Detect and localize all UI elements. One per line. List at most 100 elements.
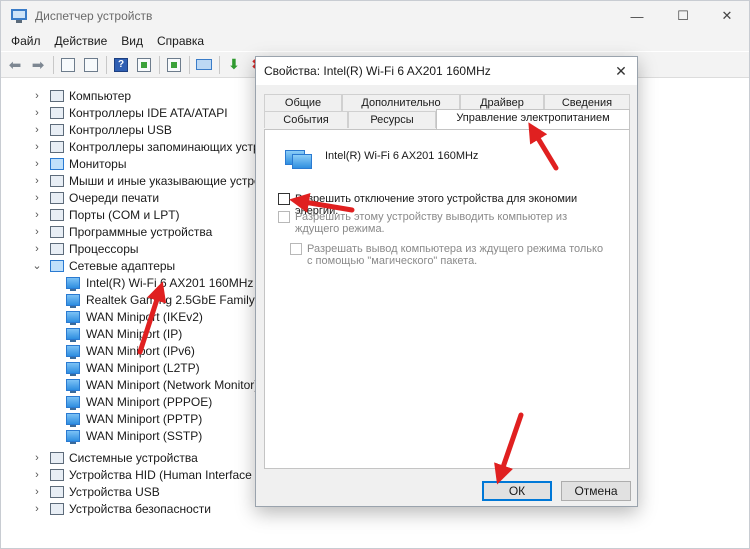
tab-power-management[interactable]: Управление электропитанием	[436, 109, 630, 129]
tree-icon	[84, 57, 98, 72]
chevron-right-icon[interactable]: ›	[31, 209, 43, 221]
chevron-down-icon[interactable]: ⌄	[31, 259, 43, 272]
allow-wake-label: Разрешить этому устройству выводить комп…	[295, 211, 568, 235]
tree-device[interactable]: WAN Miniport (IP)	[66, 325, 182, 342]
chevron-right-icon[interactable]: ›	[31, 486, 43, 498]
toolbar-separator	[106, 55, 107, 74]
chevron-right-icon[interactable]: ›	[31, 158, 43, 170]
toolbar-separator	[159, 55, 160, 74]
cancel-button[interactable]: Отмена	[561, 481, 631, 501]
chevron-right-icon[interactable]: ›	[31, 469, 43, 481]
chevron-right-icon[interactable]: ›	[31, 175, 43, 187]
device-manager-icon	[11, 9, 27, 23]
tree-device-intel-wifi[interactable]: Intel(R) Wi-Fi 6 AX201 160MHz	[66, 274, 253, 291]
storage-controller-icon	[50, 140, 64, 153]
ok-button[interactable]: ОК	[482, 481, 552, 501]
title-bar: Диспетчер устройств — ☐ ✕	[1, 1, 749, 31]
properties-button[interactable]	[58, 55, 78, 75]
network-adapter-icon	[66, 276, 80, 291]
tree-category[interactable]: › Устройства USB	[31, 483, 160, 500]
network-adapter-icon	[66, 327, 80, 342]
console-tree-button[interactable]	[81, 55, 101, 75]
usb-device-icon	[50, 485, 64, 498]
ide-controller-icon	[50, 106, 64, 119]
arrow-left-icon: ⬅	[8, 56, 22, 74]
chevron-right-icon[interactable]: ›	[31, 107, 43, 119]
chevron-right-icon[interactable]: ›	[31, 90, 43, 102]
network-adapter-icon	[66, 378, 80, 393]
network-adapter-icon	[66, 293, 80, 308]
network-adapter-icon	[285, 147, 313, 171]
action-pane-button[interactable]	[134, 55, 154, 75]
tab-resources[interactable]: Ресурсы	[348, 111, 436, 128]
chevron-right-icon[interactable]: ›	[31, 226, 43, 238]
scan-hardware-button[interactable]	[194, 55, 214, 75]
menu-view[interactable]: Вид	[114, 34, 150, 48]
allow-power-off-checkbox[interactable]	[278, 193, 290, 205]
maximize-button[interactable]: ☐	[661, 1, 705, 31]
magic-packet-option[interactable]: Разрешать вывод компьютера из ждущего ре…	[290, 243, 610, 267]
tree-category[interactable]: › Программные устройства	[31, 223, 212, 240]
forward-button[interactable]: ➡	[28, 55, 48, 75]
magic-packet-checkbox[interactable]	[290, 243, 302, 255]
tree-category[interactable]: › Контроллеры запоминающих устро	[31, 138, 266, 155]
update-driver-button[interactable]	[164, 55, 184, 75]
minimize-button[interactable]: —	[615, 1, 659, 31]
tree-device[interactable]: WAN Miniport (SSTP)	[66, 427, 202, 444]
tree-device[interactable]: Realtek Gaming 2.5GbE Family Co	[66, 291, 273, 308]
tree-device[interactable]: WAN Miniport (PPTP)	[66, 410, 202, 427]
allow-wake-checkbox[interactable]	[278, 211, 290, 223]
plug-green-icon: ⬇	[228, 56, 240, 72]
chevron-right-icon[interactable]: ›	[31, 124, 43, 136]
tree-category[interactable]: › Процессоры	[31, 240, 138, 257]
magic-packet-label: Разрешать вывод компьютера из ждущего ре…	[307, 243, 604, 267]
port-icon	[50, 208, 64, 221]
help-button[interactable]: ?	[111, 55, 131, 75]
menu-help[interactable]: Справка	[150, 34, 211, 48]
tree-category[interactable]: › Контроллеры USB	[31, 121, 172, 138]
tree-category[interactable]: › Компьютер	[31, 87, 131, 104]
power-management-panel: Intel(R) Wi-Fi 6 AX201 160MHz Разрешить …	[264, 129, 630, 469]
chevron-right-icon[interactable]: ›	[31, 141, 43, 153]
tree-device[interactable]: WAN Miniport (L2TP)	[66, 359, 200, 376]
system-device-icon	[50, 451, 64, 464]
tree-device[interactable]: WAN Miniport (Network Monitor)	[66, 376, 258, 393]
properties-icon	[61, 57, 75, 72]
chevron-right-icon[interactable]: ›	[31, 192, 43, 204]
dialog-close-button[interactable]: ✕	[611, 61, 631, 81]
menu-file[interactable]: Файл	[1, 34, 48, 48]
chevron-right-icon[interactable]: ›	[31, 452, 43, 464]
tree-category[interactable]: › Мыши и иные указывающие устро	[31, 172, 261, 189]
dialog-title-bar: Свойства: Intel(R) Wi-Fi 6 AX201 160MHz …	[256, 57, 637, 85]
add-device-button[interactable]: ⬇	[224, 55, 244, 75]
back-button[interactable]: ⬅	[5, 55, 25, 75]
printer-icon	[50, 191, 64, 204]
tree-device[interactable]: WAN Miniport (IPv6)	[66, 342, 195, 359]
close-button[interactable]: ✕	[705, 1, 749, 31]
tree-device[interactable]: WAN Miniport (IKEv2)	[66, 308, 203, 325]
action-pane-icon	[137, 57, 151, 72]
tab-general[interactable]: Общие	[264, 94, 342, 111]
toolbar-separator	[219, 55, 220, 74]
network-adapter-icon	[66, 310, 80, 325]
processor-icon	[50, 242, 64, 255]
allow-wake-option[interactable]: Разрешить этому устройству выводить комп…	[278, 211, 608, 235]
mouse-icon	[50, 174, 64, 187]
tree-category[interactable]: › Системные устройства	[31, 449, 198, 466]
tab-events[interactable]: События	[264, 111, 348, 128]
chevron-right-icon[interactable]: ›	[31, 503, 43, 515]
tree-category[interactable]: › Контроллеры IDE ATA/ATAPI	[31, 104, 228, 121]
menu-action[interactable]: Действие	[48, 34, 115, 48]
help-icon: ?	[114, 57, 128, 72]
network-adapter-icon	[66, 361, 80, 376]
chevron-right-icon[interactable]: ›	[31, 243, 43, 255]
toolbar-separator	[53, 55, 54, 74]
tree-category[interactable]: › Мониторы	[31, 155, 126, 172]
tree-category[interactable]: › Порты (COM и LPT)	[31, 206, 179, 223]
tree-category[interactable]: › Устройства HID (Human Interface De	[31, 466, 270, 483]
tree-category-network-adapters[interactable]: ⌄ Сетевые адаптеры	[31, 257, 175, 274]
tree-category[interactable]: › Устройства безопасности	[31, 500, 211, 517]
tree-category[interactable]: › Очереди печати	[31, 189, 159, 206]
tree-device[interactable]: WAN Miniport (PPPOE)	[66, 393, 212, 410]
network-adapter-icon	[66, 429, 80, 444]
